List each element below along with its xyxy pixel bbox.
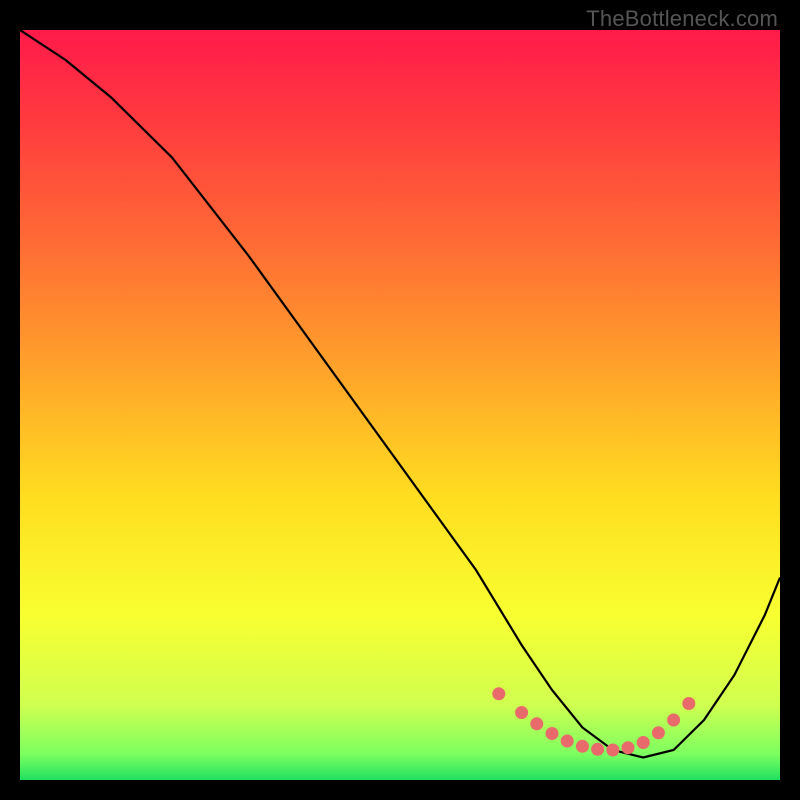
watermark-text: TheBottleneck.com [586, 6, 778, 32]
scatter-point [622, 741, 635, 754]
gradient-fill [20, 30, 780, 780]
scatter-point [591, 743, 604, 756]
scatter-point [561, 735, 574, 748]
scatter-point [652, 726, 665, 739]
scatter-point [530, 717, 543, 730]
scatter-point [576, 740, 589, 753]
chart-svg [20, 30, 780, 780]
chart-frame [20, 30, 780, 780]
scatter-point [606, 744, 619, 757]
scatter-point [637, 736, 650, 749]
scatter-point [515, 706, 528, 719]
scatter-point [492, 687, 505, 700]
scatter-point [682, 697, 695, 710]
scatter-point [546, 727, 559, 740]
scatter-point [667, 714, 680, 727]
